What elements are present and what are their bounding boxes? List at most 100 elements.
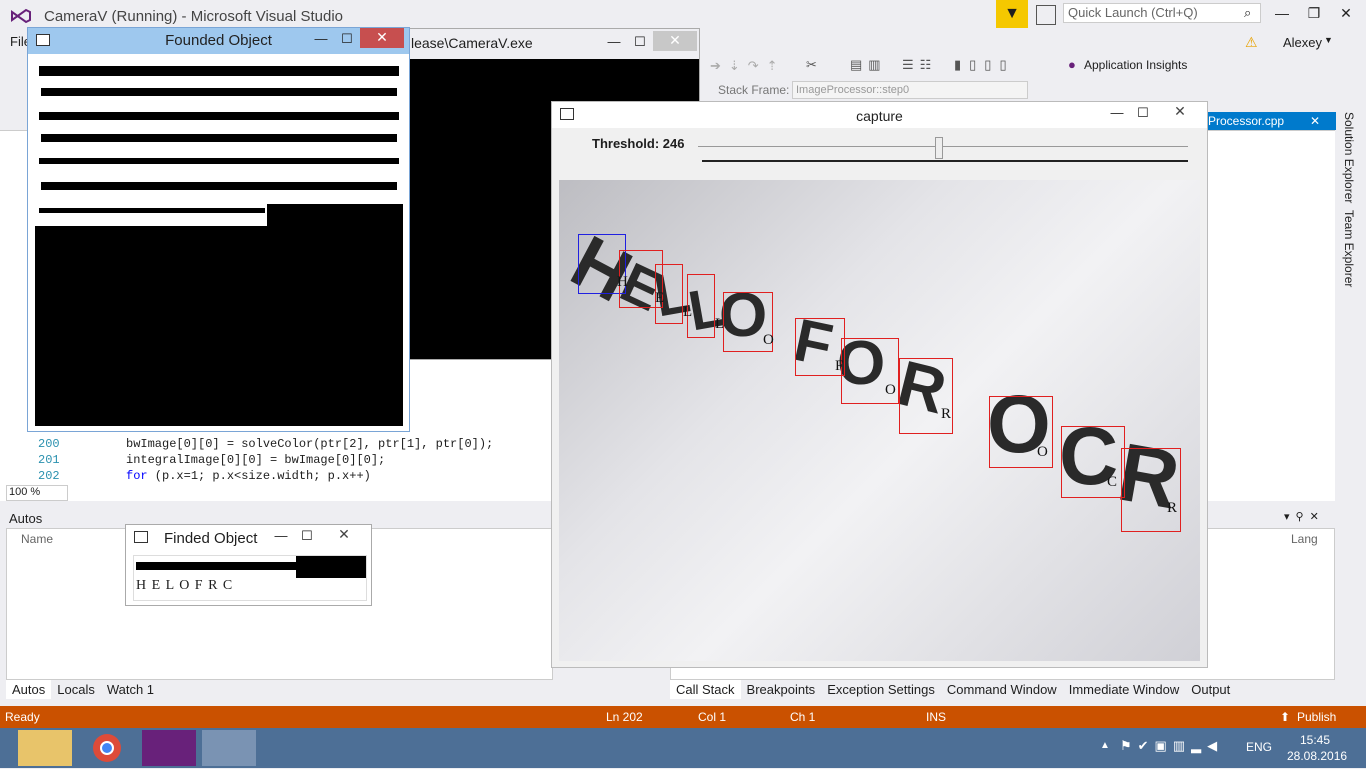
- publish-button[interactable]: Publish: [1297, 710, 1336, 724]
- code-line: for (p.x=1; p.x<size.width; p.x++): [126, 469, 371, 483]
- tab-exception-settings[interactable]: Exception Settings: [821, 680, 941, 699]
- lightbulb-icon: ●: [1068, 57, 1076, 72]
- status-column: Col 1: [698, 710, 727, 724]
- maximize-button[interactable]: ☐: [627, 33, 653, 53]
- tab-immediate-window[interactable]: Immediate Window: [1063, 680, 1186, 699]
- taskbar: ▲ ⚑✔▣▥▂◀ ENG 15:45 28.08.2016: [0, 728, 1366, 768]
- search-icon[interactable]: ⌕: [1244, 5, 1251, 21]
- status-line: Ln 202: [606, 710, 643, 724]
- finded-title: Finded Object: [164, 530, 258, 547]
- solution-explorer-tab[interactable]: Solution Explorer: [1342, 112, 1356, 203]
- name-column-header[interactable]: Name: [21, 532, 53, 546]
- debug-tabs: Call Stack Breakpoints Exception Settings C…: [670, 680, 1236, 699]
- status-bar: Ready Ln 202 Col 1 Ch 1 INS ⬆ Publish: [0, 706, 1366, 728]
- autos-title: Autos: [9, 511, 43, 526]
- autos-tabs: Autos Locals Watch 1: [6, 680, 160, 699]
- threshold-progress-line: [702, 160, 1188, 162]
- close-button[interactable]: ✕: [1158, 102, 1202, 122]
- founded-image: [35, 58, 403, 426]
- application-insights-button[interactable]: Application Insights: [1084, 58, 1187, 72]
- indent-icons[interactable]: ☰☷: [902, 57, 937, 73]
- language-indicator[interactable]: ENG: [1246, 740, 1272, 754]
- team-explorer-tab[interactable]: Team Explorer: [1342, 210, 1356, 287]
- quick-launch-input[interactable]: Quick Launch (Ctrl+Q): [1063, 3, 1261, 23]
- capture-image: H E L L O F O R O C R H E L L O F O R O …: [559, 180, 1200, 661]
- detection-label: L: [683, 304, 693, 320]
- step-icons[interactable]: ➔⇣↷⇡: [710, 58, 786, 74]
- detection-label: O: [1037, 444, 1048, 460]
- feedback-icon[interactable]: [1036, 5, 1056, 25]
- close-button[interactable]: ✕: [322, 525, 366, 545]
- detection-label: O: [885, 382, 896, 398]
- publish-icon[interactable]: ⬆: [1280, 710, 1290, 724]
- bookmark-icons[interactable]: ▮▯▯▯: [954, 57, 1015, 73]
- file-tab-label: Processor.cpp: [1208, 114, 1285, 128]
- tab-call-stack[interactable]: Call Stack: [670, 680, 741, 699]
- founded-object-window[interactable]: Founded Object — ☐ ✕: [27, 27, 410, 432]
- window-title: CameraV (Running) - Microsoft Visual Stu…: [44, 8, 344, 25]
- status-char: Ch 1: [790, 710, 816, 724]
- window-icon: [134, 531, 148, 543]
- stack-frame-dropdown[interactable]: ImageProcessor::step0: [792, 81, 1028, 99]
- minimize-button[interactable]: —: [268, 527, 294, 547]
- clock-time[interactable]: 15:45: [1300, 733, 1330, 747]
- restore-button[interactable]: ❐: [1300, 2, 1328, 26]
- tab-output[interactable]: Output: [1185, 680, 1236, 699]
- console-title: lease\CameraV.exe: [411, 35, 533, 51]
- close-button[interactable]: ✕: [360, 28, 404, 48]
- user-name[interactable]: Alexey: [1283, 35, 1322, 50]
- tray-chevron-icon[interactable]: ▲: [1100, 740, 1110, 751]
- code-line: bwImage[0][0] = solveColor(ptr[2], ptr[1…: [126, 437, 494, 451]
- detection-label: R: [941, 406, 952, 422]
- file-explorer-icon[interactable]: [18, 730, 72, 766]
- capture-window[interactable]: capture — ☐ ✕ Threshold: 246 H E L L O F…: [551, 101, 1208, 668]
- maximize-button[interactable]: ☐: [334, 30, 360, 50]
- minimize-button[interactable]: —: [1104, 104, 1130, 124]
- detection-label: O: [763, 332, 774, 348]
- file-tab[interactable]: Processor.cpp ✕: [1206, 112, 1336, 130]
- detection-label: F: [835, 358, 844, 374]
- close-icon[interactable]: ✕: [1310, 112, 1320, 130]
- app-window-taskbar-icon[interactable]: [202, 730, 256, 766]
- detection-label: H: [617, 274, 628, 290]
- finded-object-window[interactable]: Finded Object — ☐ ✕ H E L O F R C: [125, 524, 372, 606]
- breakpoint-toggle-icon[interactable]: ✂: [806, 57, 817, 73]
- maximize-button[interactable]: ☐: [1130, 104, 1156, 124]
- language-column-header[interactable]: Lang: [1291, 532, 1318, 546]
- tab-autos[interactable]: Autos: [6, 680, 52, 699]
- detection-label: E: [655, 290, 665, 306]
- tab-breakpoints[interactable]: Breakpoints: [741, 680, 822, 699]
- warning-icon[interactable]: ⚠: [1245, 34, 1258, 51]
- minimize-button[interactable]: —: [601, 33, 627, 53]
- minimize-button[interactable]: —: [308, 30, 334, 50]
- minimize-button[interactable]: —: [1268, 2, 1296, 26]
- threshold-slider-thumb[interactable]: [935, 137, 944, 159]
- detection-label: C: [1107, 474, 1118, 490]
- tab-command-window[interactable]: Command Window: [941, 680, 1063, 699]
- panel-controls[interactable]: ▾⚲✕: [1284, 510, 1325, 523]
- filter-icon[interactable]: ▼: [996, 0, 1028, 28]
- detection-label: R: [1167, 500, 1178, 516]
- chevron-down-icon[interactable]: ▼: [1324, 35, 1333, 45]
- threshold-label: Threshold: 246: [592, 136, 685, 151]
- capture-caption: capture — ☐ ✕: [552, 102, 1207, 128]
- maximize-button[interactable]: ☐: [294, 527, 320, 547]
- close-button[interactable]: ✕: [653, 31, 697, 51]
- finded-image: H E L O F R C: [133, 555, 367, 601]
- chrome-icon[interactable]: [80, 730, 134, 766]
- visual-studio-taskbar-icon[interactable]: [142, 730, 196, 766]
- line-number: 201: [38, 453, 60, 467]
- zoom-dropdown[interactable]: 100 %: [6, 485, 68, 501]
- layout-icons[interactable]: ▤▥: [850, 57, 887, 73]
- clock-date[interactable]: 28.08.2016: [1287, 749, 1347, 763]
- side-tab-strip: Solution Explorer Team Explorer: [1338, 112, 1362, 292]
- tab-locals[interactable]: Locals: [51, 680, 101, 699]
- line-number: 202: [38, 469, 60, 483]
- keyword: for: [126, 469, 148, 483]
- visual-studio-logo-icon: [10, 6, 32, 26]
- tab-watch[interactable]: Watch 1: [101, 680, 160, 699]
- code-line-text: (p.x=1; p.x<size.width; p.x++): [147, 469, 371, 483]
- close-button[interactable]: ✕: [1332, 2, 1360, 26]
- status-ready: Ready: [5, 710, 40, 724]
- tray-icons[interactable]: ⚑✔▣▥▂◀: [1120, 738, 1223, 754]
